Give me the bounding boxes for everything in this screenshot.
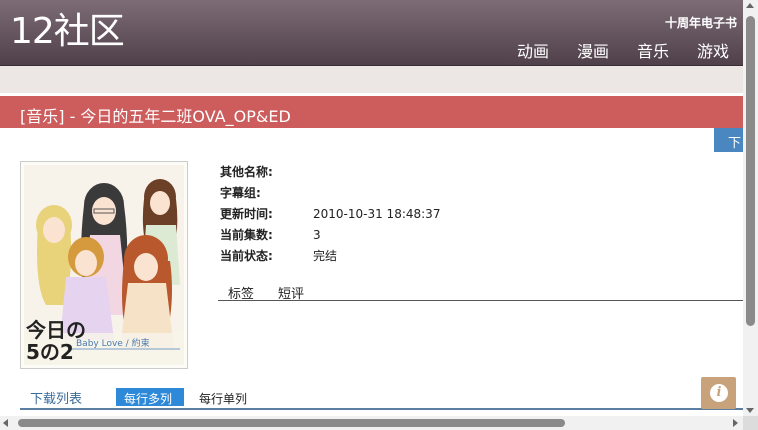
horizontal-scrollbar[interactable]: [0, 416, 743, 430]
sub-nav-bar: [0, 66, 743, 93]
meta-row: 当前集数: 3: [220, 226, 440, 247]
info-icon: i: [710, 384, 728, 402]
anime-metadata: 其他名称: 字幕组: 更新时间: 2010-10-31 18:48:37 当前集…: [220, 163, 440, 268]
nav-music[interactable]: 音乐: [637, 38, 669, 62]
tab-tags[interactable]: 标签: [228, 283, 254, 302]
download-tab[interactable]: 下: [714, 128, 743, 152]
scroll-left-icon[interactable]: [3, 419, 8, 427]
nav-manga[interactable]: 漫画: [577, 38, 609, 62]
cover-logo-line2: 5の2: [26, 340, 74, 364]
scrollbar-corner: [743, 416, 758, 430]
page-title: [音乐] - 今日的五年二班OVA_OP&ED: [20, 107, 291, 126]
meta-key: 当前集数:: [220, 228, 273, 242]
detail-tabs: 标签 短评: [218, 283, 743, 302]
meta-value: 3: [313, 228, 321, 242]
scroll-up-icon[interactable]: [746, 3, 754, 8]
horizontal-scroll-thumb[interactable]: [18, 419, 565, 427]
view-multi-column-button[interactable]: 每行多列: [116, 388, 184, 406]
site-logo[interactable]: 12社区: [10, 14, 125, 50]
tab-reviews[interactable]: 短评: [278, 283, 304, 302]
cover-image[interactable]: 今日の 5の2 Baby Love / 約束: [20, 161, 188, 369]
meta-key: 更新时间:: [220, 207, 273, 221]
meta-row: 更新时间: 2010-10-31 18:48:37: [220, 205, 440, 226]
vertical-scroll-thumb[interactable]: [746, 16, 755, 326]
meta-row: 其他名称:: [220, 163, 440, 184]
meta-row: 当前状态: 完结: [220, 247, 440, 268]
meta-key: 当前状态:: [220, 249, 273, 263]
meta-row: 字幕组:: [220, 184, 440, 205]
nav-games[interactable]: 游戏: [697, 38, 729, 62]
download-list-title[interactable]: 下载列表: [30, 388, 82, 407]
view-single-column-button[interactable]: 每行单列: [199, 390, 247, 407]
download-list-header: 下载列表 每行多列 每行单列: [20, 387, 743, 410]
download-tab-label: 下: [728, 136, 742, 151]
page-title-bar: [音乐] - 今日的五年二班OVA_OP&ED: [0, 96, 743, 128]
scroll-right-icon[interactable]: [733, 419, 738, 427]
nav-anime[interactable]: 动画: [517, 38, 549, 62]
scroll-down-icon[interactable]: [746, 408, 754, 413]
ebook-link[interactable]: 十周年电子书: [665, 14, 737, 31]
site-header: 12社区 十周年电子书 动画 漫画 音乐 游戏: [0, 0, 743, 66]
meta-key: 字幕组:: [220, 186, 261, 200]
meta-key: 其他名称:: [220, 165, 273, 179]
info-button[interactable]: i: [701, 377, 736, 409]
cover-caption: Baby Love / 約束: [76, 337, 150, 349]
vertical-scrollbar[interactable]: [743, 0, 758, 430]
meta-value: 2010-10-31 18:48:37: [313, 207, 441, 221]
meta-value: 完结: [313, 249, 338, 263]
main-nav: 动画 漫画 音乐 游戏: [517, 38, 729, 62]
cover-art: 今日の 5の2 Baby Love / 約束: [24, 165, 184, 365]
